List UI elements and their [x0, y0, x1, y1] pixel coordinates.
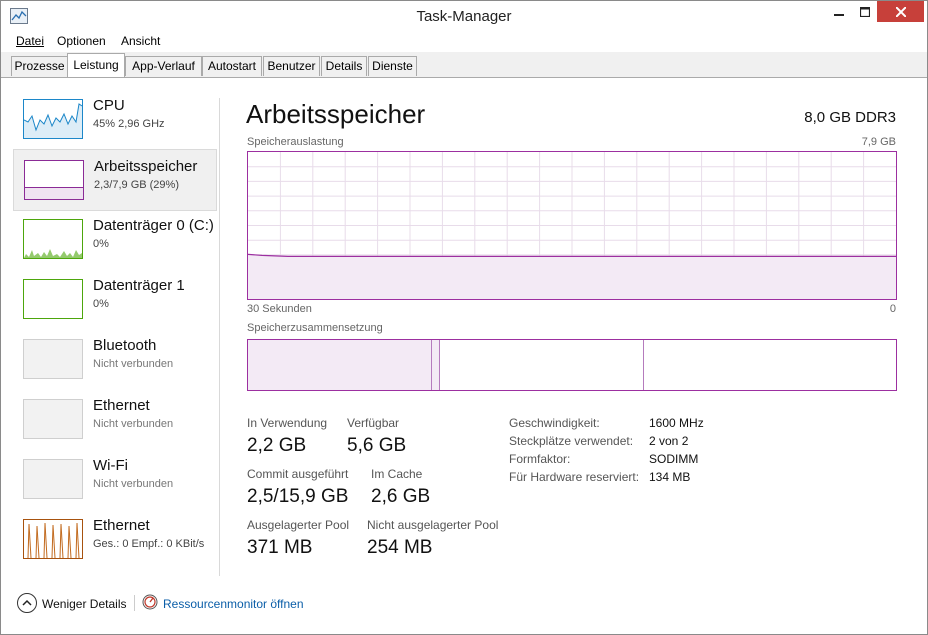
window-title: Task-Manager: [416, 8, 512, 25]
in-use-value: 2,2 GB: [247, 435, 307, 456]
sidebar-item-bluetooth[interactable]: Bluetooth Nicht verbunden: [13, 329, 217, 389]
menu-datei[interactable]: Datei: [16, 34, 44, 48]
sidebar-item-sub: 0%: [93, 238, 109, 250]
menu-bar: Datei Optionen Ansicht: [1, 31, 927, 51]
sidebar-item-ethernet-1[interactable]: Ethernet Nicht verbunden: [13, 389, 217, 449]
tab-bar: Prozesse Leistung App-Verlauf Autostart …: [1, 52, 927, 78]
sidebar-item-label: Wi-Fi: [93, 457, 128, 474]
nonpaged-pool-label: Nicht ausgelagerter Pool: [367, 518, 499, 532]
sidebar-item-sub: 45% 2,96 GHz: [93, 118, 165, 130]
form-factor-label: Formfaktor:: [509, 452, 571, 466]
task-manager-window: Task-Manager Datei Optionen Ansicht Proz…: [0, 0, 928, 635]
commit-value: 2,5/15,9 GB: [247, 486, 349, 507]
resource-sidebar: CPU 45% 2,96 GHz Arbeitsspeicher 2,3/7,9…: [11, 89, 221, 579]
sidebar-item-sub: 2,3/7,9 GB (29%): [94, 179, 179, 191]
bluetooth-thumbnail-graph: [23, 339, 83, 379]
sidebar-item-label: Datenträger 0 (C:): [93, 217, 214, 234]
chevron-up-icon: [22, 599, 32, 606]
sidebar-item-wifi[interactable]: Wi-Fi Nicht verbunden: [13, 449, 217, 509]
cpu-thumbnail-graph: [23, 99, 83, 139]
memory-composition-bar: [247, 339, 897, 391]
tab-autostart[interactable]: Autostart: [202, 56, 262, 76]
available-value: 5,6 GB: [347, 435, 407, 456]
sidebar-item-sub: Nicht verbunden: [93, 358, 174, 370]
tab-dienste[interactable]: Dienste: [368, 56, 417, 76]
less-details-button[interactable]: [17, 593, 37, 613]
menu-ansicht[interactable]: Ansicht: [121, 34, 160, 48]
page-title: Arbeitsspeicher: [246, 99, 426, 129]
speed-label: Geschwindigkeit:: [509, 416, 600, 430]
usage-graph-label: Speicherauslastung: [247, 136, 344, 148]
composition-standby[interactable]: [440, 340, 644, 390]
tab-benutzer[interactable]: Benutzer: [263, 56, 320, 76]
time-axis-left: 30 Sekunden: [247, 303, 312, 315]
sidebar-item-label: Datenträger 1: [93, 277, 185, 294]
memory-usage-chart: [247, 152, 896, 299]
sidebar-item-cpu[interactable]: CPU 45% 2,96 GHz: [13, 89, 217, 149]
disk0-thumbnail-graph: [23, 219, 83, 259]
resource-monitor-link[interactable]: Ressourcenmonitor öffnen: [163, 597, 304, 611]
sidebar-item-datentraeger-1[interactable]: Datenträger 1 0%: [13, 269, 217, 329]
sidebar-item-ethernet-2[interactable]: Ethernet Ges.: 0 Empf.: 0 KBit/s: [13, 509, 217, 569]
sidebar-item-label: CPU: [93, 97, 125, 114]
sidebar-item-label: Arbeitsspeicher: [94, 158, 198, 175]
time-axis-right: 0: [889, 303, 896, 315]
sidebar-divider: [219, 98, 220, 576]
usage-graph-max: 7,9 GB: [861, 136, 896, 148]
footer: Weniger Details Ressourcenmonitor öffnen: [1, 591, 927, 621]
composition-free[interactable]: [644, 340, 896, 390]
sidebar-item-label: Ethernet: [93, 397, 150, 414]
menu-datei-label: Datei: [16, 34, 45, 48]
tab-leistung[interactable]: Leistung: [67, 53, 125, 77]
sidebar-item-label: Ethernet: [93, 517, 150, 534]
memory-thumbnail-fill: [25, 187, 83, 199]
sidebar-item-sub: 0%: [93, 298, 109, 310]
close-button[interactable]: [877, 1, 924, 22]
speed-value: 1600 MHz: [649, 416, 704, 430]
ethernet2-thumbnail-graph: [23, 519, 83, 559]
sidebar-item-sub: Nicht verbunden: [93, 418, 174, 430]
close-icon: [894, 6, 907, 18]
paged-pool-value: 371 MB: [247, 537, 313, 558]
composition-label: Speicherzusammensetzung: [247, 322, 383, 334]
menu-optionen-label: Optionen: [57, 34, 106, 48]
available-label: Verfügbar: [347, 416, 400, 430]
footer-separator: [134, 595, 135, 611]
menu-optionen[interactable]: Optionen: [57, 34, 106, 48]
disk1-thumbnail-graph: [23, 279, 83, 319]
composition-in-use[interactable]: [248, 340, 432, 390]
slots-value: 2 von 2: [649, 434, 689, 448]
tab-app-verlauf[interactable]: App-Verlauf: [125, 56, 202, 76]
hardware-reserved-label: Für Hardware reserviert:: [509, 470, 640, 484]
in-use-label: In Verwendung: [247, 416, 328, 430]
menu-ansicht-label: Ansicht: [121, 34, 161, 48]
sidebar-item-sub: Ges.: 0 Empf.: 0 KBit/s: [93, 538, 205, 550]
memory-spec: 8,0 GB DDR3: [804, 109, 896, 126]
sidebar-item-sub: Nicht verbunden: [93, 478, 174, 490]
nonpaged-pool-value: 254 MB: [367, 537, 433, 558]
ethernet-thumbnail-graph: [23, 399, 83, 439]
paged-pool-label: Ausgelagerter Pool: [247, 518, 350, 532]
less-details-link[interactable]: Weniger Details: [42, 597, 126, 611]
usage-area: [248, 254, 896, 299]
cache-label: Im Cache: [371, 467, 423, 481]
sidebar-item-datentraeger-0[interactable]: Datenträger 0 (C:) 0%: [13, 209, 217, 269]
cache-value: 2,6 GB: [371, 486, 431, 507]
commit-label: Commit ausgeführt: [247, 467, 349, 481]
sidebar-item-label: Bluetooth: [93, 337, 157, 354]
tab-details[interactable]: Details: [321, 56, 367, 76]
memory-usage-graph: [247, 151, 897, 300]
sidebar-item-arbeitsspeicher[interactable]: Arbeitsspeicher 2,3/7,9 GB (29%): [13, 149, 217, 211]
tab-prozesse[interactable]: Prozesse: [11, 56, 68, 76]
title-bar: Task-Manager: [1, 1, 927, 31]
memory-thumbnail-graph: [24, 160, 84, 200]
slots-label: Steckplätze verwendet:: [509, 434, 634, 448]
wifi-thumbnail-graph: [23, 459, 83, 499]
composition-modified[interactable]: [432, 340, 440, 390]
resource-monitor-icon[interactable]: [142, 594, 158, 610]
hardware-reserved-value: 134 MB: [649, 470, 691, 484]
form-factor-value: SODIMM: [649, 452, 699, 466]
